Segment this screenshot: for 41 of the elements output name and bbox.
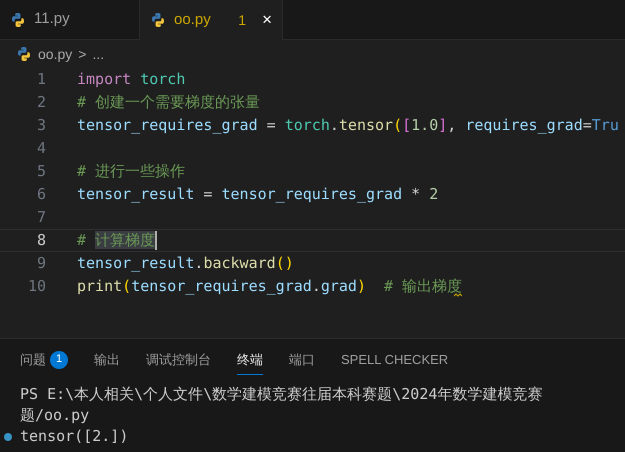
panel-tab[interactable]: 调试控制台 <box>146 345 211 375</box>
line-number: 9 <box>36 253 46 274</box>
editor-tab[interactable]: 11.py <box>0 0 140 40</box>
panel-tab[interactable]: 输出 <box>94 345 120 375</box>
code-line: tensor_result = tensor_requires_grad * 2 <box>77 184 438 206</box>
line-number: 8 <box>36 230 46 252</box>
terminal-line: 题/oo.py <box>20 405 90 426</box>
breadcrumb-file[interactable]: oo.py <box>38 44 72 64</box>
python-icon <box>16 46 32 62</box>
breadcrumb-separator: > <box>78 44 86 64</box>
python-icon <box>150 12 166 28</box>
tab-label: 11.py <box>34 9 70 30</box>
editor-tab[interactable]: oo.py 1 × <box>140 0 283 40</box>
code-line: # 创建一个需要梯度的张量 <box>77 92 260 114</box>
line-number: 4 <box>36 138 46 160</box>
panel-tab[interactable]: 端口 <box>289 345 315 375</box>
panel-tab[interactable]: 问题 1 <box>20 345 68 375</box>
line-number: 1 <box>36 69 46 90</box>
panel-tab[interactable]: SPELL CHECKER <box>341 345 448 375</box>
terminal-line: tensor([2.]) <box>20 426 128 448</box>
code-line: import torch <box>77 69 186 90</box>
problem-count: 1 <box>238 10 246 30</box>
breadcrumb-more[interactable]: ... <box>92 44 104 64</box>
problem-badge: 1 <box>50 350 68 368</box>
code-line: print(tensor_requires_grad.grad) # 输出梯度 <box>77 276 462 298</box>
line-number: 3 <box>36 115 46 136</box>
line-number: 2 <box>36 92 46 114</box>
code-line: tensor_requires_grad = torch.tensor([1.0], requires_grad=Tru <box>77 115 619 136</box>
line-number: 10 <box>26 276 46 298</box>
tab-label: oo.py <box>174 10 211 30</box>
close-button[interactable]: × <box>262 7 272 33</box>
line-number: 5 <box>36 161 46 182</box>
code-line: # 进行一些操作 <box>77 161 186 182</box>
line-number: 6 <box>36 184 46 206</box>
python-icon <box>10 12 26 28</box>
code-line: tensor_result.backward() <box>77 253 294 274</box>
terminal-line: PS E:\本人相关\个人文件\数学建模竞赛往届本科赛题\2024年数学建模竞赛 <box>20 384 542 406</box>
code-line: # 计算梯度 <box>77 230 156 252</box>
text-cursor <box>155 231 158 250</box>
panel-tab[interactable]: 终端 <box>237 345 263 375</box>
line-number: 7 <box>36 207 46 228</box>
